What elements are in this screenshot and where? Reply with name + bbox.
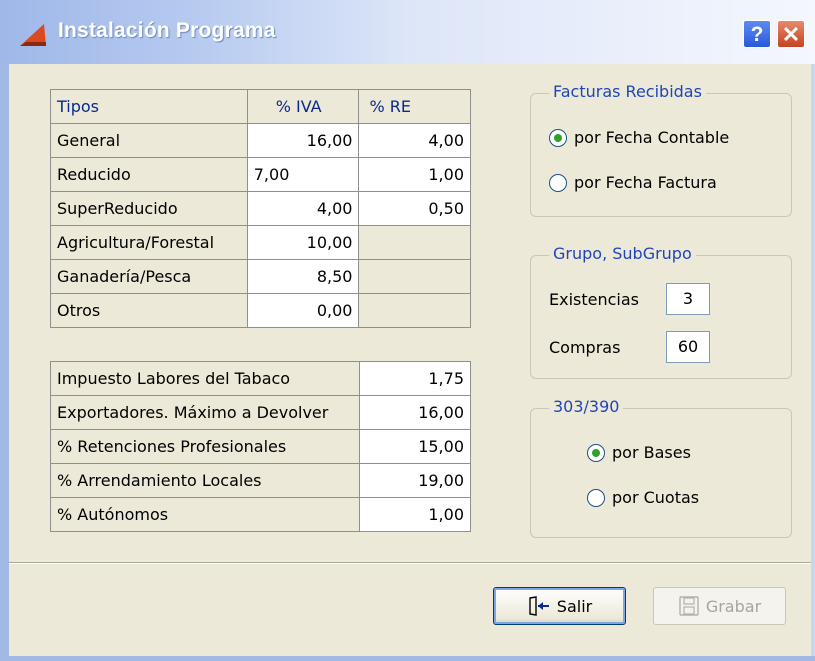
table-row: Exportadores. Máximo a Devolver 16,00 [50,395,472,430]
rate-value[interactable]: 1,75 [358,361,472,396]
radio-por-cuotas[interactable]: por Cuotas [587,488,699,507]
iva-table: Tipos % IVA % RE General 16,00 4,00 Redu… [50,89,471,328]
grabar-button[interactable]: Grabar [653,587,786,625]
radio-fecha-factura[interactable]: por Fecha Factura [549,173,717,192]
iva-cell[interactable]: 10,00 [246,225,360,260]
existencias-label: Existencias [549,290,639,309]
table-row: SuperReducido 4,00 0,50 [50,191,471,226]
table-row: % Arrendamiento Locales 19,00 [50,463,472,498]
title-bar: Instalación Programa ? ✕ [0,0,815,64]
radio-unselected-icon [549,173,567,192]
tipo-label: Ganadería/Pesca [50,259,248,294]
existencias-input[interactable]: 3 [666,283,710,315]
tipo-label: Agricultura/Forestal [50,225,248,260]
column-header-iva: % IVA [246,89,360,124]
iva-cell[interactable]: 7,00 [246,157,360,192]
table-row: Otros 0,00 [50,293,471,328]
tipo-label: General [50,123,248,158]
grupo-subgrupo-group: Grupo, SubGrupo Existencias 3 Compras 60 [530,244,792,379]
grabar-label: Grabar [705,596,762,616]
salir-label: Salir [556,596,593,616]
iva-cell[interactable]: 16,00 [246,123,360,158]
re-cell-disabled [358,259,471,294]
installation-dialog: Instalación Programa ? ✕ Tipos % IVA % R… [0,0,815,661]
table-row: General 16,00 4,00 [50,123,471,158]
radio-selected-icon [587,443,605,462]
rate-value[interactable]: 15,00 [358,429,472,464]
table-row: % Autónomos 1,00 [50,497,472,532]
rate-value[interactable]: 16,00 [358,395,472,430]
radio-label: por Bases [612,443,691,462]
close-button[interactable]: ✕ [777,20,805,48]
re-cell[interactable]: 1,00 [358,157,471,192]
column-header-tipos: Tipos [50,89,248,124]
tipo-label: SuperReducido [50,191,248,226]
iva-cell[interactable]: 4,00 [246,191,360,226]
radio-label: por Fecha Factura [574,173,717,192]
separator-line [9,562,811,564]
column-header-re: % RE [358,89,471,124]
modelo-303-390-group: 303/390 por Bases por Cuotas [530,397,792,538]
other-rates-table: Impuesto Labores del Tabaco 1,75 Exporta… [50,361,472,532]
re-cell-disabled [358,293,471,328]
window-title: Instalación Programa [58,19,276,42]
rate-label: Exportadores. Máximo a Devolver [50,395,360,430]
rate-label: % Arrendamiento Locales [50,463,360,498]
group-title: Facturas Recibidas [549,82,706,101]
rate-label: % Retenciones Profesionales [50,429,360,464]
table-row: Impuesto Labores del Tabaco 1,75 [50,361,472,396]
re-cell[interactable]: 0,50 [358,191,471,226]
iva-cell[interactable]: 0,00 [246,293,360,328]
compras-label: Compras [549,338,621,357]
rate-label: % Autónomos [50,497,360,532]
radio-por-bases[interactable]: por Bases [587,443,691,462]
help-button[interactable]: ? [743,20,771,48]
group-title: Grupo, SubGrupo [549,244,696,263]
facturas-recibidas-group: Facturas Recibidas por Fecha Contable po… [530,82,792,217]
window-frame-left [0,64,9,661]
radio-fecha-contable[interactable]: por Fecha Contable [549,128,729,147]
salir-button[interactable]: Salir [493,587,626,625]
table-row: % Retenciones Profesionales 15,00 [50,429,472,464]
floppy-disk-icon [678,596,700,616]
table-row: Agricultura/Forestal 10,00 [50,225,471,260]
app-icon [20,24,46,46]
re-cell-disabled [358,225,471,260]
compras-input[interactable]: 60 [666,331,710,363]
radio-unselected-icon [587,488,605,507]
group-title: 303/390 [549,397,624,416]
table-row: Reducido 7,00 1,00 [50,157,471,192]
radio-selected-icon [549,128,567,147]
radio-label: por Fecha Contable [574,128,730,147]
window-frame-right [811,64,815,661]
window-frame-bottom [0,656,815,661]
tipo-label: Reducido [50,157,248,192]
rate-value[interactable]: 1,00 [358,497,472,532]
rate-label: Impuesto Labores del Tabaco [50,361,360,396]
radio-label: por Cuotas [612,488,700,507]
exit-door-icon [527,596,551,616]
table-row: Ganadería/Pesca 8,50 [50,259,471,294]
iva-cell[interactable]: 8,50 [246,259,360,294]
table-header-row: Tipos % IVA % RE [50,89,471,124]
re-cell[interactable]: 4,00 [358,123,471,158]
rate-value[interactable]: 19,00 [358,463,472,498]
tipo-label: Otros [50,293,248,328]
